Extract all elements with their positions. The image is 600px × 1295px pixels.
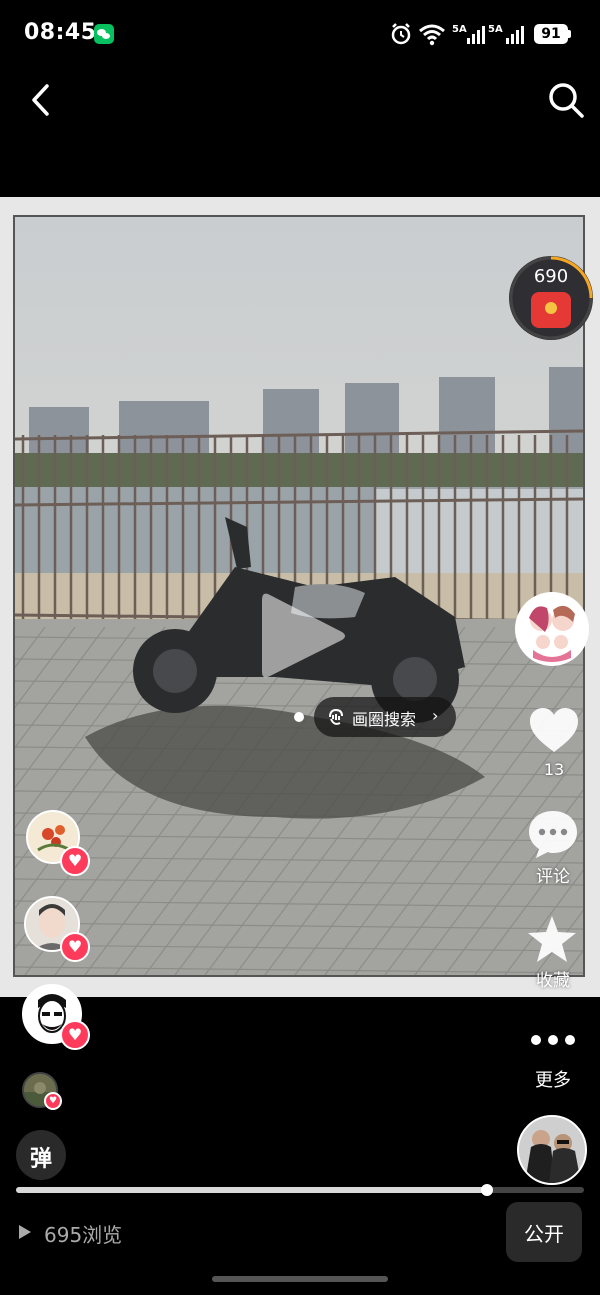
cartoon-family-avatar-icon [517,594,587,664]
more-label[interactable]: 更多 [520,1066,586,1092]
heart-badge-icon [60,846,90,876]
public-label: 公开 [524,1222,564,1246]
battery-indicator: 91 [534,24,568,44]
danmaku-toggle-button[interactable]: 弹 [16,1130,66,1180]
network-label-1: 5A [452,24,467,35]
like-count: 13 [543,760,565,779]
alarm-icon [391,23,411,45]
heart-badge-icon [60,932,90,962]
play-icon [262,593,345,678]
danmaku-label: 弹 [29,1147,52,1172]
like-heart-icon[interactable] [528,706,580,754]
signal-5a-icon: 5A [452,24,485,44]
image-search-label: 画圈搜索 [352,710,417,729]
home-indicator [212,1276,388,1282]
signal-5a-icon: 5A [488,24,524,44]
red-packet-button[interactable]: 690 [509,256,593,340]
play-count-icon [19,1225,31,1239]
page-dot-indicator [294,712,304,722]
image-search-button[interactable]: 画圈搜索 › [314,697,456,737]
comment-label: 评论 [536,867,570,887]
progress-bar[interactable] [16,1184,584,1196]
author-avatar-bottom[interactable] [517,1115,587,1185]
chevron-left-icon [32,84,49,116]
more-dots-icon[interactable] [530,1034,576,1046]
chevron-right-icon: › [432,706,439,725]
back-button[interactable] [22,80,62,120]
wifi-icon [419,24,445,46]
author-avatar[interactable] [515,592,589,666]
heart-badge-icon [60,1020,90,1050]
status-time: 08:45 [24,20,97,45]
battery-tip [568,30,571,38]
comment-bubble-icon[interactable] [526,808,580,860]
red-packet-count: 690 [533,266,569,287]
network-label-2: 5A [488,24,503,35]
favorite-star-icon[interactable] [526,914,578,964]
wechat-icon [94,24,114,44]
progress-fill [16,1187,488,1193]
favorite-label: 收藏 [536,971,570,991]
circle-search-icon [329,708,343,725]
visibility-public-button[interactable]: 公开 [506,1202,582,1262]
couple-photo-avatar-icon [519,1117,585,1183]
status-bar: 08:45 5A 5A 91 [0,0,600,70]
views-count: 695浏览 [44,1223,123,1247]
search-button[interactable] [544,78,588,122]
play-button[interactable] [258,588,348,684]
red-envelope-icon [531,292,571,328]
search-icon [549,83,584,118]
heart-badge-icon [44,1092,62,1110]
progress-thumb[interactable] [481,1184,494,1196]
